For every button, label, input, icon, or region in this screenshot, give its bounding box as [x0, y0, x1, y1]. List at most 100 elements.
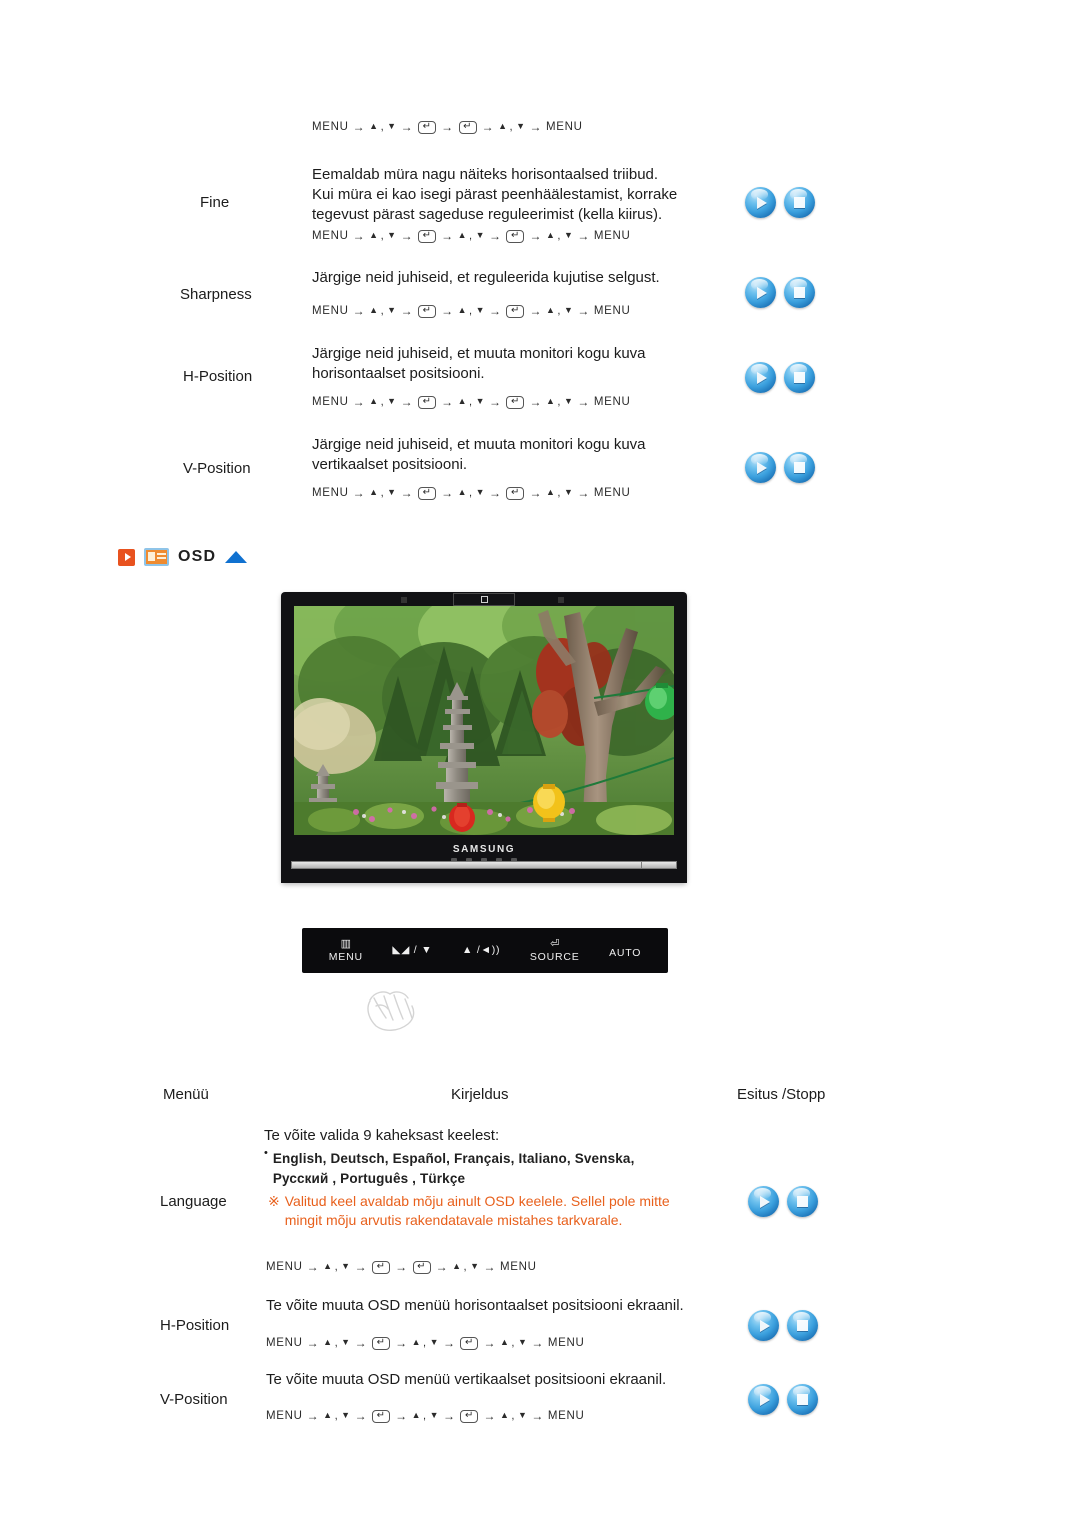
arrow-icon: → — [400, 120, 414, 134]
nav-menu-text: MENU — [593, 396, 631, 408]
play-button[interactable] — [745, 452, 776, 483]
nav-sequence-fine: MENU → ▲, ▼ → ↵ → ▲, ▼ → ↵ → ▲, ▼ → MENU — [312, 229, 631, 243]
nav-comma: , — [469, 396, 473, 408]
stop-icon — [797, 1394, 808, 1405]
arrow-icon: → — [306, 1336, 320, 1350]
stop-button[interactable] — [784, 187, 815, 218]
nav-comma: , — [380, 487, 385, 499]
arrow-icon: → — [352, 486, 366, 500]
triangle-down-icon: ▼ — [517, 1336, 528, 1347]
stop-button[interactable] — [787, 1310, 818, 1341]
auto-button[interactable]: AUTO — [609, 941, 641, 959]
nav-menu-text: MENU — [312, 305, 349, 317]
arrow-icon: → — [354, 1336, 368, 1350]
nav-comma: , — [509, 121, 514, 133]
triangle-up-icon: ▲ — [499, 1336, 510, 1347]
triangle-down-icon: ▼ — [429, 1409, 439, 1420]
bezel-power-button[interactable] — [453, 593, 515, 606]
arrow-icon: → — [483, 1409, 496, 1423]
triangle-down-icon: ▼ — [341, 1409, 351, 1420]
arrow-icon: → — [577, 304, 590, 318]
stop-button[interactable] — [787, 1384, 818, 1415]
stop-icon — [797, 1320, 808, 1331]
arrow-icon: → — [352, 120, 366, 134]
play-button[interactable] — [748, 1310, 779, 1341]
playstop-buttons-fine — [745, 187, 815, 218]
play-button[interactable] — [748, 1384, 779, 1415]
volume-up-button[interactable]: ▲ /◄)) — [462, 944, 500, 956]
arrow-icon: → — [441, 304, 454, 318]
enter-key-icon: ↵ — [418, 395, 437, 409]
triangle-up-icon: ▲ — [457, 395, 467, 406]
table-header-description: Kirjeldus — [451, 1086, 509, 1103]
monitor-base — [281, 873, 687, 883]
arrow-icon: → — [441, 229, 454, 243]
arrow-icon: → — [395, 1260, 408, 1274]
triangle-down-icon: ▼ — [341, 1260, 351, 1271]
enter-key-icon: ↵ — [418, 486, 437, 500]
language-note: ※ Valitud keel avaldab mõju ainult OSD k… — [268, 1192, 718, 1230]
arrow-icon: → — [577, 229, 590, 243]
language-list-line2: Русский , Português , Türkçe — [272, 1170, 466, 1186]
nav-sequence-h-position: MENU → ▲, ▼ → ↵ → ▲, ▼ → ↵ → ▲, ▼ → MENU — [312, 395, 631, 409]
stop-button[interactable] — [784, 277, 815, 308]
nav-comma: , — [463, 1261, 468, 1273]
stop-button[interactable] — [784, 362, 815, 393]
arrow-icon: → — [400, 229, 414, 243]
enter-key-icon: ↵ — [372, 1260, 391, 1274]
arrow-icon: → — [488, 304, 502, 318]
stop-icon — [794, 197, 805, 208]
osd-section-heading[interactable]: OSD — [118, 548, 248, 566]
nav-menu-text: MENU — [312, 396, 349, 408]
nav-menu-text: MENU — [266, 1337, 303, 1349]
play-button[interactable] — [745, 277, 776, 308]
language-list: • English, Deutsch, Español, Français, I… — [264, 1147, 714, 1188]
triangle-up-icon: ▲ — [323, 1260, 333, 1271]
play-button[interactable] — [745, 362, 776, 393]
enter-key-icon: ↵ — [506, 395, 525, 409]
stop-button[interactable] — [784, 452, 815, 483]
play-button[interactable] — [748, 1186, 779, 1217]
note-text: Valitud keel avaldab mõju ainult OSD kee… — [284, 1193, 670, 1228]
playstop-buttons-osd-v-position — [748, 1384, 818, 1415]
arrow-icon: → — [488, 229, 502, 243]
triangle-up-icon[interactable] — [225, 551, 248, 563]
playstop-buttons-osd-h-position — [748, 1310, 818, 1341]
language-intro-text: Te võite valida 9 kaheksast keelest: — [264, 1127, 500, 1144]
play-icon — [760, 1393, 770, 1406]
garden-photo — [294, 606, 674, 835]
menu-glyph-icon: ▥ — [340, 938, 351, 951]
menu-button[interactable]: ▥ MENU — [329, 938, 363, 963]
monitor-brand: SAMSUNG — [452, 844, 516, 855]
play-button[interactable] — [745, 187, 776, 218]
bullet-icon: • — [264, 1147, 268, 1159]
arrow-icon: → — [529, 229, 542, 243]
menu-label-osd-v-position: V-Position — [160, 1391, 228, 1408]
triangle-down-icon: ▼ — [563, 229, 574, 240]
nav-comma: , — [423, 1410, 427, 1422]
nav-sequence-language: MENU → ▲, ▼ → ↵ → ↵ → ▲, ▼ → MENU — [266, 1260, 537, 1274]
play-square-icon[interactable] — [118, 548, 135, 566]
nav-comma: , — [380, 230, 385, 242]
arrow-icon: → — [529, 304, 542, 318]
stop-button[interactable] — [787, 1186, 818, 1217]
arrow-icon: → — [354, 1409, 368, 1423]
hand-illustration — [358, 982, 438, 1038]
triangle-up-icon: ▲ — [411, 1409, 421, 1420]
nav-comma: , — [380, 305, 385, 317]
source-button[interactable]: ⏎ SOURCE — [530, 938, 580, 963]
nav-comma: , — [557, 487, 561, 499]
volume-up-glyph-icon: ▲ /◄)) — [461, 944, 501, 957]
arrow-icon: → — [441, 120, 454, 134]
nav-sequence-osd-h-position: MENU → ▲, ▼ → ↵ → ▲, ▼ → ↵ → ▲, ▼ → MENU — [266, 1336, 585, 1350]
osd-title: OSD — [178, 548, 217, 565]
arrow-icon: → — [400, 486, 414, 500]
nav-menu-text: MENU — [266, 1410, 303, 1422]
triangle-down-icon: ▼ — [475, 486, 485, 497]
arrow-icon: → — [306, 1260, 320, 1274]
brightness-down-button[interactable]: ◣◢ / ▼ — [392, 944, 432, 956]
nav-menu-text: MENU — [545, 121, 583, 133]
nav-sequence-sharpness: MENU → ▲, ▼ → ↵ → ▲, ▼ → ↵ → ▲, ▼ → MENU — [312, 304, 631, 318]
enter-key-icon: ↵ — [418, 120, 437, 134]
triangle-up-icon: ▲ — [369, 486, 379, 497]
